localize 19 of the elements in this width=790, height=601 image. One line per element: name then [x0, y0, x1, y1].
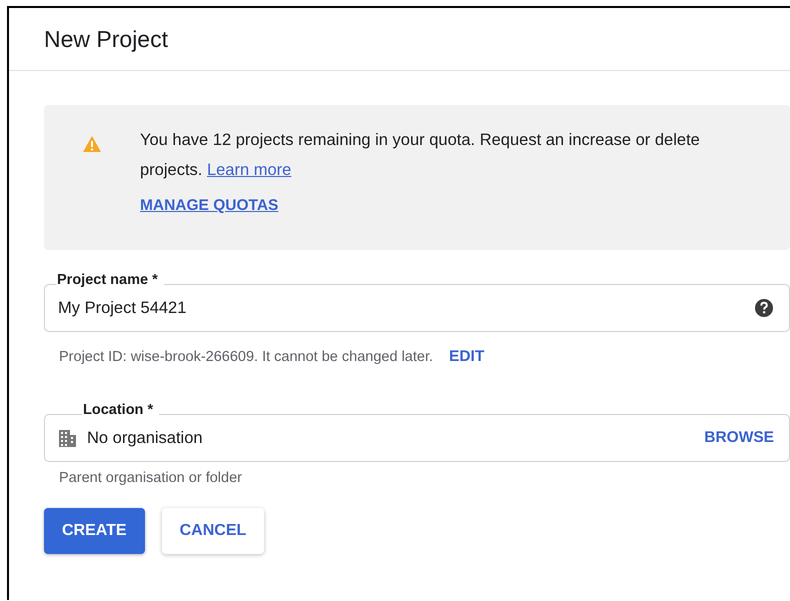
quota-message: You have 12 projects remaining in your quota. Request an increase or delete projects. Learn more — [140, 130, 701, 181]
edit-button[interactable]: EDIT — [449, 348, 484, 366]
create-button[interactable]: CREATE — [44, 508, 145, 554]
location-hint: Parent organisation or folder — [59, 470, 242, 486]
cancel-button[interactable]: CANCEL — [162, 508, 264, 554]
location-field[interactable]: Location * No organisation BROWSE — [44, 402, 790, 462]
building-icon — [58, 428, 77, 448]
help-icon[interactable] — [754, 298, 774, 318]
project-name-field[interactable]: Project name * My Project 54421 — [44, 272, 790, 332]
warning-icon — [82, 135, 102, 153]
manage-quotas-link[interactable]: MANAGE QUOTAS — [140, 197, 278, 215]
browse-button[interactable]: BROWSE — [704, 429, 774, 447]
learn-more-link[interactable]: Learn more — [206, 161, 292, 179]
field-label: Location * — [82, 402, 160, 418]
field-value: No organisation — [87, 428, 204, 448]
project-id-hint: Project ID: wise-brook-266609. It cannot be changed later. — [59, 349, 433, 365]
field-value: My Project 54421 — [58, 298, 188, 318]
field-label: Project name * — [56, 272, 164, 288]
dialog-title: New Project — [44, 26, 168, 52]
